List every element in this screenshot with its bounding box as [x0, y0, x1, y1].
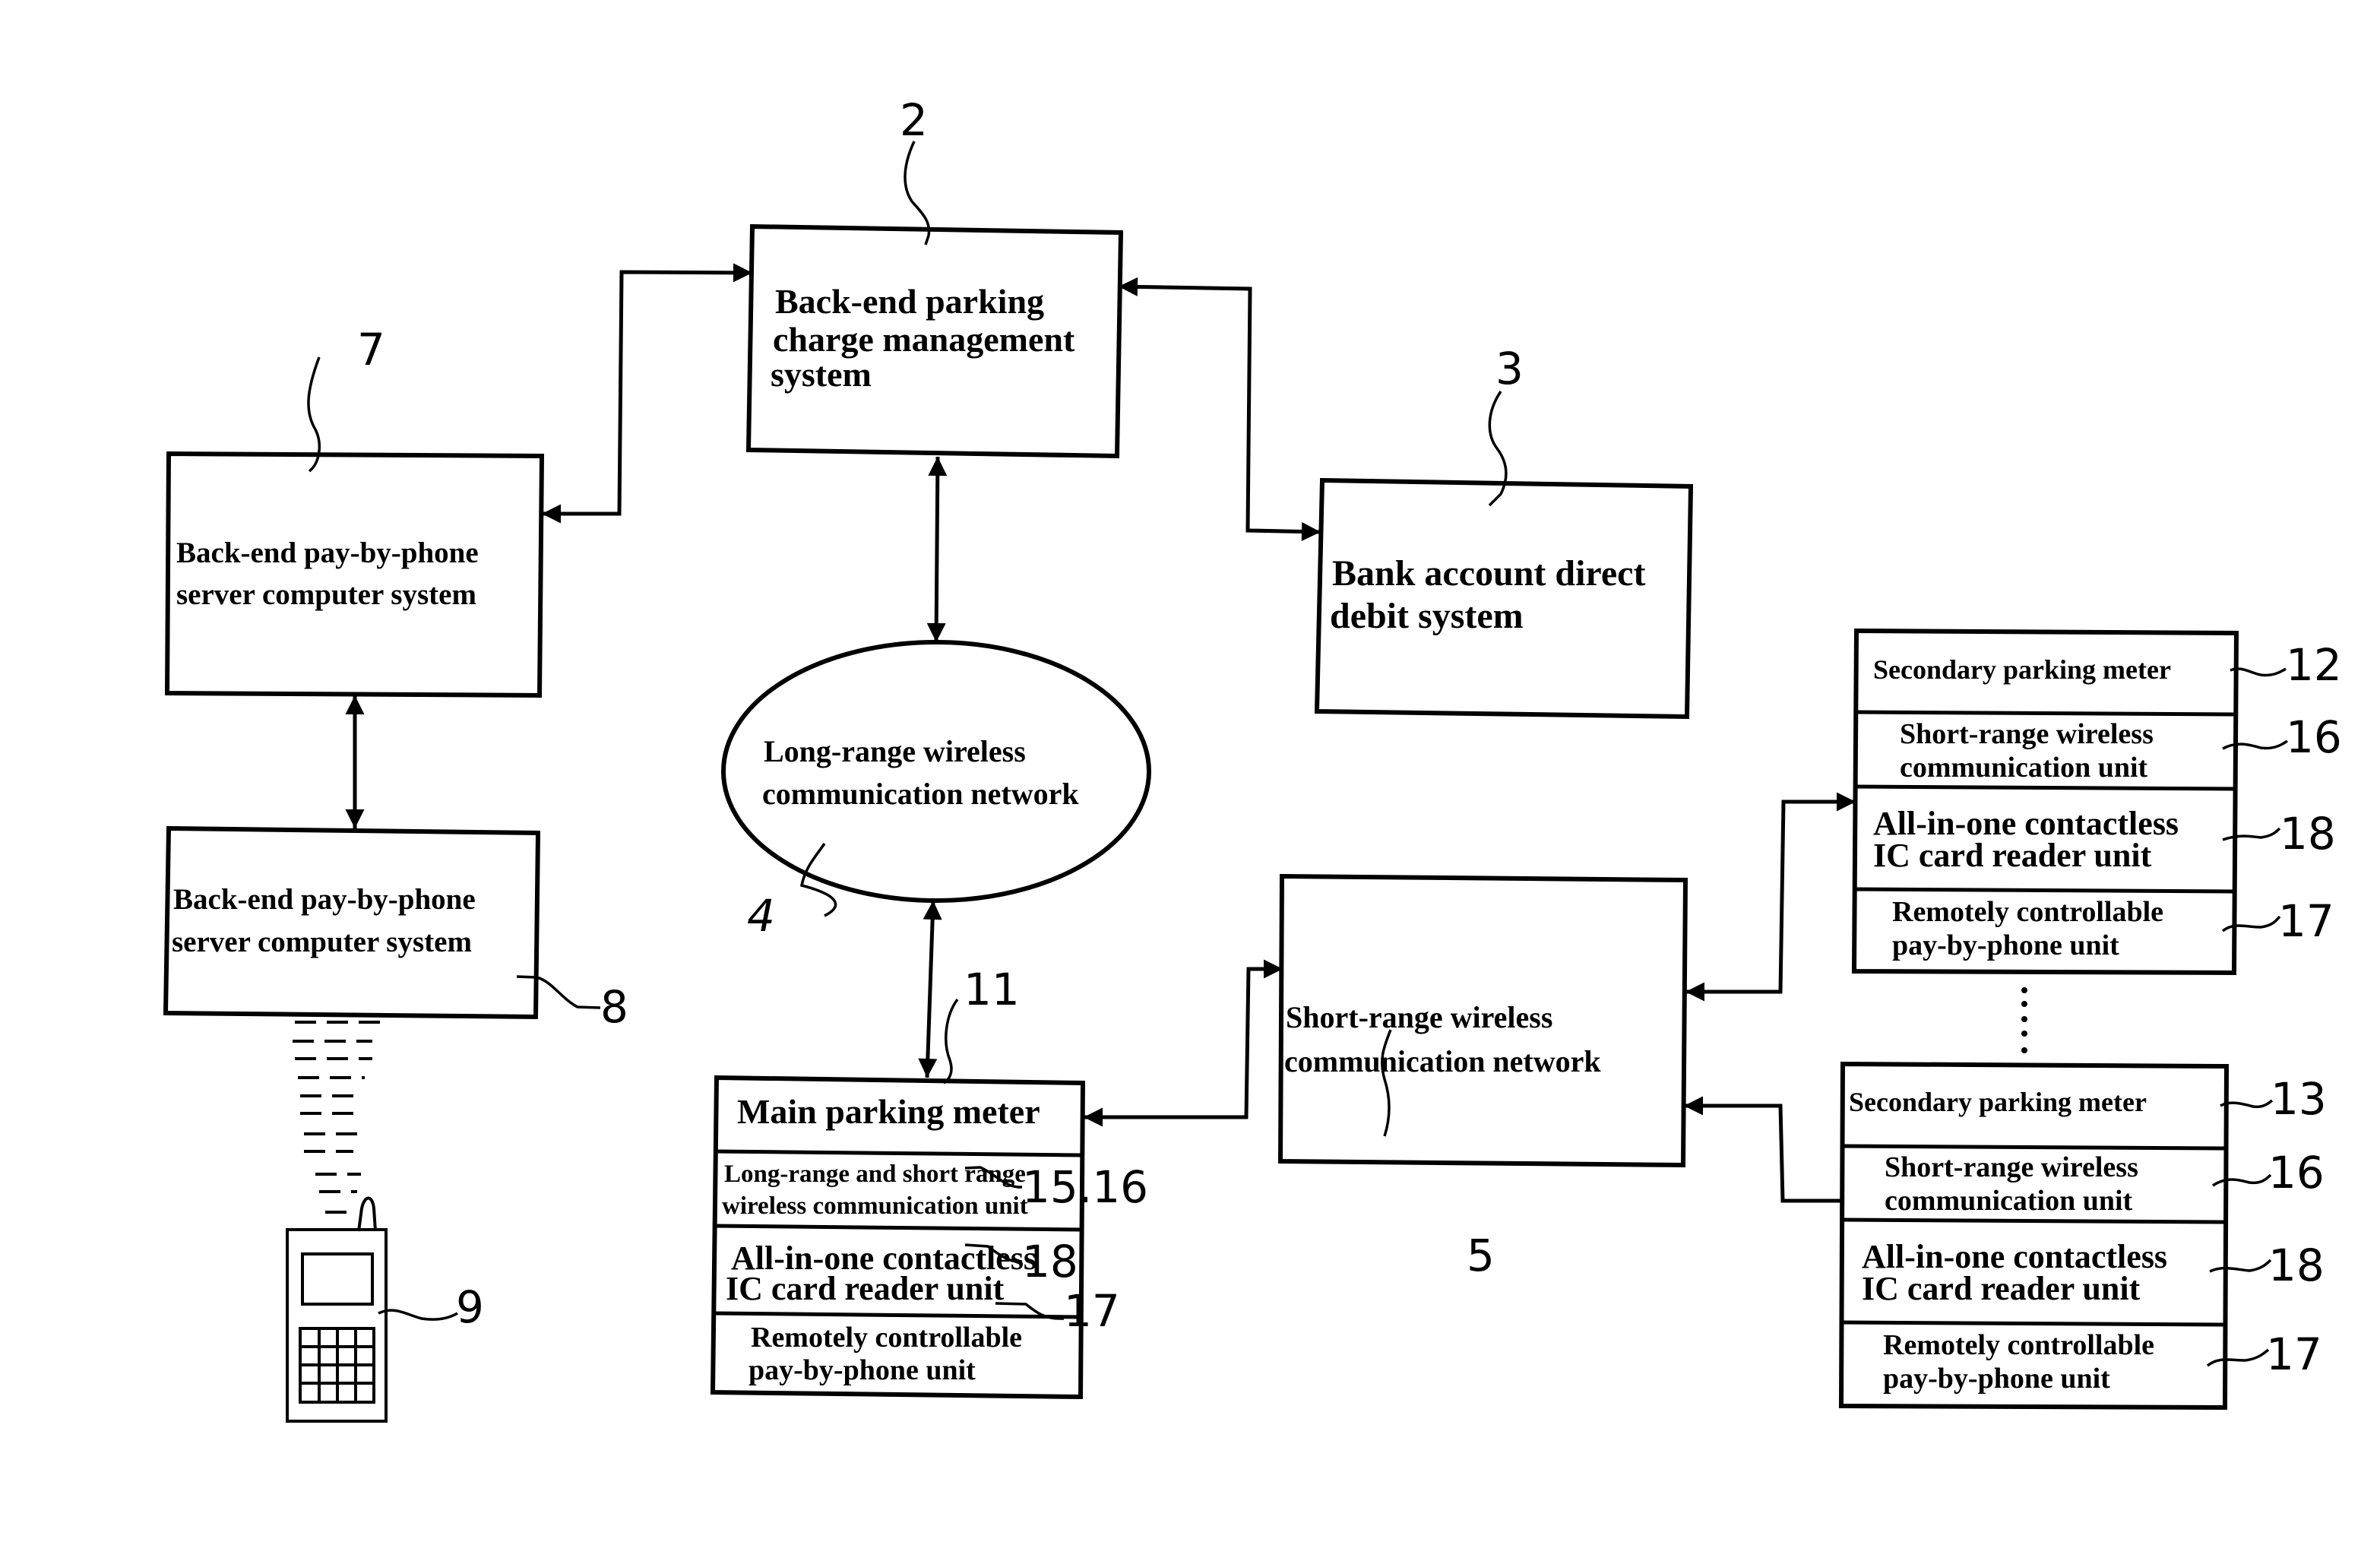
label-line: Short-range wireless	[1885, 1151, 2138, 1183]
label-line: Back-end pay-by-phone	[176, 537, 479, 569]
ref-leader-11	[942, 998, 959, 1084]
label-line: wireless communication unit	[722, 1192, 1028, 1220]
pay-by-phone-server-8-node: Back-end pay-by-phone server computer sy…	[163, 825, 628, 1033]
label-line: Remotely controllable	[751, 1322, 1022, 1354]
pay-by-phone-server-7-box	[164, 451, 545, 698]
label-line: Remotely controllable	[1892, 896, 2163, 928]
label-line: IC card reader unit	[1873, 837, 2152, 874]
phone-keypad-icon	[299, 1327, 375, 1404]
short-range-network-node: Short-range wireless communication netwo…	[1277, 873, 1688, 1281]
label-line: communication network	[1284, 1044, 1601, 1078]
label-line: communication network	[762, 777, 1079, 811]
secondary-meter-13-divider	[1840, 1320, 2226, 1327]
label-line: IC card reader unit	[1862, 1270, 2141, 1307]
ref-leader-12	[2230, 667, 2287, 677]
mobile-phone-node: 9	[286, 1021, 484, 1423]
ref-number-17-b: 17	[2266, 1328, 2322, 1380]
ref-number-5: 5	[1467, 1230, 1495, 1281]
label-line: communication unit	[1885, 1185, 2133, 1217]
pay-by-phone-server-7-node: Back-end pay-by-phone server computer sy…	[164, 324, 545, 698]
label-line: IC card reader unit	[726, 1270, 1005, 1307]
bank-debit-system-node: Bank account direct debit system 3	[1314, 343, 1694, 720]
ref-number-17-a: 17	[2278, 895, 2334, 947]
label-line: Short-range wireless	[1286, 1000, 1552, 1034]
connector-server7-to-charge-mgmt	[542, 263, 753, 524]
long-range-network-node: Long-range wireless communication networ…	[721, 640, 1151, 942]
secondary-meter-12-unit-card-reader: All-in-one contactless IC card reader un…	[1873, 805, 2187, 874]
ref-number-17-main: 17	[1064, 1285, 1120, 1337]
ellipsis-dot	[2021, 1001, 2027, 1007]
secondary-meter-12-divider	[1853, 887, 2235, 894]
connector-short-range-to-meter-12	[1685, 792, 1856, 1002]
secondary-meter-12-title: Secondary parking meter	[1873, 654, 2171, 685]
secondary-meter-13-unit-card-reader: All-in-one contactless IC card reader un…	[1862, 1238, 2176, 1307]
secondary-meter-13-divider	[1841, 1144, 2227, 1151]
label-line: debit system	[1330, 596, 1524, 636]
label-line: pay-by-phone unit	[748, 1354, 976, 1386]
label-line: server computer system	[172, 926, 472, 958]
phone-screen-icon	[301, 1252, 374, 1306]
ref-number-8: 8	[600, 981, 628, 1033]
label-line: Short-range wireless	[1900, 718, 2154, 750]
charge-management-system-node: Back-end parking charge management syste…	[745, 94, 1124, 459]
connector-charge-mgmt-to-bank	[1118, 277, 1321, 541]
connector-charge-mgmt-to-long-range	[926, 456, 948, 643]
label-line: communication unit	[1900, 752, 2148, 784]
secondary-meter-12-divider	[1855, 710, 2236, 717]
ref-number-18-main: 18	[1022, 1236, 1078, 1287]
ref-number-7: 7	[357, 324, 385, 375]
label-line: Long-range and short range	[724, 1160, 1026, 1188]
label-line: Back-end parking	[775, 282, 1044, 321]
ref-number-13: 13	[2271, 1073, 2327, 1125]
wireless-signal-dashes	[293, 1021, 380, 1214]
connector-short-range-to-meter-13	[1684, 1096, 1842, 1203]
connector-long-range-to-main-meter	[918, 900, 942, 1078]
ref-leader-9	[378, 1309, 458, 1321]
label-line: charge management	[773, 320, 1075, 359]
ref-number-18-a: 18	[2280, 808, 2336, 860]
connector-main-meter-to-short-range	[1084, 959, 1283, 1127]
ref-number-12: 12	[2286, 639, 2342, 691]
label-line: pay-by-phone unit	[1883, 1363, 2110, 1395]
ref-number-18-b: 18	[2268, 1240, 2325, 1291]
secondary-meter-12-node: Secondary parking meter Short-range wire…	[1851, 628, 2342, 976]
ref-number-16-a: 16	[2286, 711, 2342, 763]
secondary-meter-13-title: Secondary parking meter	[1849, 1087, 2147, 1117]
ref-number-3: 3	[1495, 343, 1524, 394]
label-line: Bank account direct	[1332, 553, 1645, 594]
ref-number-2: 2	[900, 94, 928, 146]
system-block-diagram: Back-end parking charge management syste…	[163, 94, 2342, 1423]
ellipsis-dot	[2021, 1031, 2027, 1037]
long-range-network-ellipse	[721, 640, 1151, 903]
ref-number-15-16: 15.16	[1022, 1161, 1148, 1213]
main-meter-title: Main parking meter	[737, 1092, 1040, 1131]
secondary-meter-12-divider	[1854, 784, 2236, 791]
secondary-meter-13-node: Secondary parking meter Short-range wire…	[1838, 1061, 2327, 1411]
label-line: Back-end pay-by-phone	[173, 883, 476, 916]
ref-number-4: 4	[747, 890, 775, 942]
main-meter-unit-card-reader: All-in-one contactless IC card reader un…	[726, 1240, 1045, 1307]
ellipsis-dot	[2021, 1016, 2027, 1022]
label-line: Long-range wireless	[764, 734, 1026, 768]
label-line: pay-by-phone unit	[1892, 929, 2119, 961]
more-meters-ellipsis	[2021, 987, 2027, 1053]
ref-number-9: 9	[456, 1281, 484, 1333]
label-line: server computer system	[176, 578, 476, 611]
label-line: Remotely controllable	[1883, 1329, 2154, 1361]
secondary-meter-13-divider	[1841, 1217, 2227, 1224]
ellipsis-dot	[2021, 1047, 2027, 1053]
pay-by-phone-server-8-box	[163, 825, 541, 1020]
ellipsis-dot	[2021, 987, 2027, 993]
phone-antenna-icon	[357, 1196, 377, 1232]
ref-number-11: 11	[964, 964, 1020, 1015]
ref-number-16-b: 16	[2268, 1147, 2325, 1198]
label-line: system	[771, 355, 872, 394]
